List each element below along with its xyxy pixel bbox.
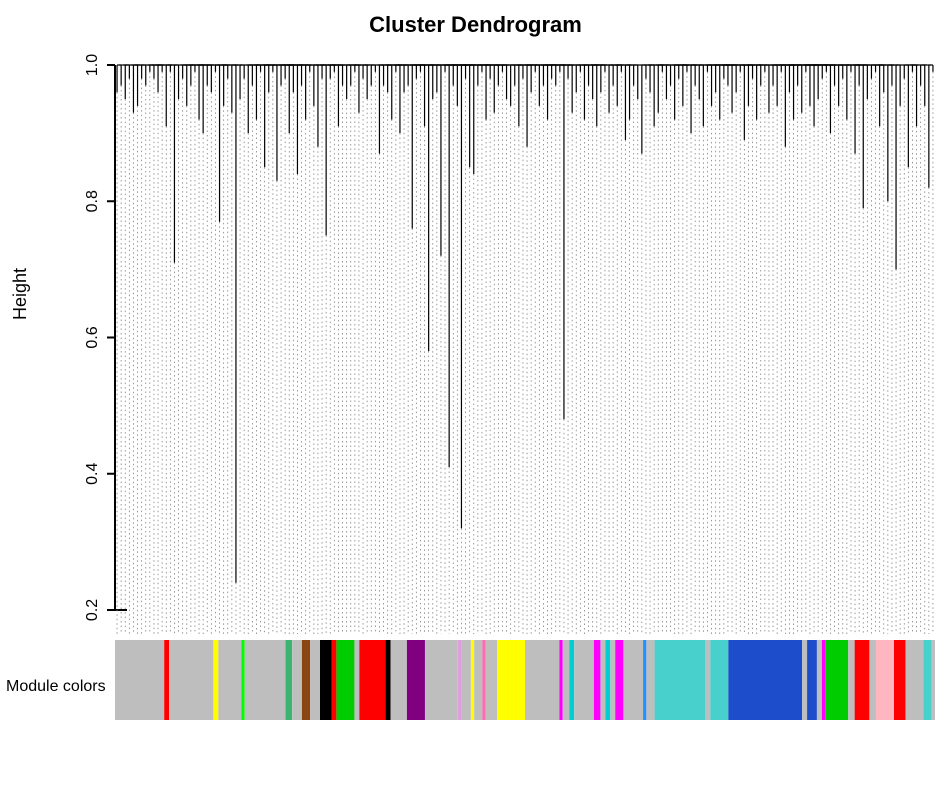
svg-text:1.0: 1.0 bbox=[84, 54, 101, 76]
dendrogram-plot: 0.2 0.4 0.6 0.8 1.0 bbox=[0, 0, 951, 791]
module-colors-label: Module colors bbox=[6, 678, 106, 696]
svg-text:0.4: 0.4 bbox=[84, 463, 101, 485]
chart-frame: Cluster Dendrogram Height 0.20.40.60.81.… bbox=[0, 0, 951, 791]
svg-text:0.8: 0.8 bbox=[84, 190, 101, 212]
svg-text:0.6: 0.6 bbox=[84, 326, 101, 348]
svg-text:0.2: 0.2 bbox=[84, 599, 101, 621]
